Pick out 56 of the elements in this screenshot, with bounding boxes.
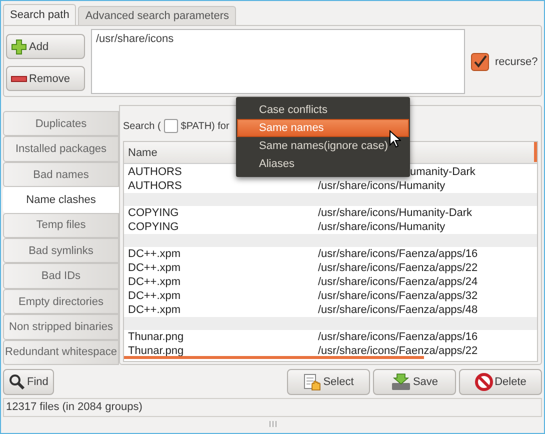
minus-icon <box>11 74 27 82</box>
status-bar: 12317 files (in 2084 groups) <box>3 398 542 417</box>
table-cell: /usr/share/icons/Faenza/apps/32 <box>318 289 478 303</box>
table-cell: DC++.xpm <box>128 247 181 261</box>
table-cell: Thunar.png <box>128 330 184 344</box>
checkbox[interactable] <box>471 52 489 70</box>
table-cell: /usr/share/icons/Faenza/apps/16 <box>318 247 478 261</box>
table-cell: DC++.xpm <box>128 303 181 317</box>
menu-item[interactable]: Case conflicts <box>236 101 410 119</box>
search-icon <box>9 374 25 390</box>
table-cell: DC++.xpm <box>128 289 181 303</box>
delete-button[interactable]: Delete <box>459 369 542 395</box>
tab[interactable]: Search path <box>3 4 76 25</box>
select-button[interactable]: Select <box>287 369 370 395</box>
checkbox[interactable] <box>164 119 178 133</box>
sidebar-tab[interactable]: Bad symlinks <box>3 238 119 264</box>
table-cell: /usr/share/icons/Humanity <box>318 179 446 193</box>
sidebar-tab[interactable]: Temp files <box>3 212 119 238</box>
save-button[interactable]: Save <box>373 369 456 395</box>
table-cell: umanity-Dark <box>410 165 476 179</box>
add-button[interactable]: Add <box>6 34 85 59</box>
search-label: Search ( <box>123 120 161 132</box>
checkbox-label: recurse? <box>495 56 538 68</box>
sidebar-tab[interactable]: Bad names <box>3 162 119 188</box>
table-cell: /usr/share/icons/Faenza/apps/22 <box>318 261 478 275</box>
sidebar-tab[interactable]: Non stripped binaries <box>3 314 119 340</box>
table-cell: DC++.xpm <box>128 261 181 275</box>
table-cell: DC++.xpm <box>128 275 181 289</box>
table-cell: AUTHORS <box>128 165 182 179</box>
table-cell: /usr/share/icons/Faenza/apps/16 <box>318 330 478 344</box>
table-cell: AUTHORS <box>128 179 182 193</box>
plus-icon <box>11 38 27 54</box>
tab[interactable]: Advanced search parameters <box>78 6 236 25</box>
search-label: $PATH) for <box>180 120 230 132</box>
sidebar-tab[interactable]: Installed packages <box>3 136 119 162</box>
sidebar-tab[interactable]: Duplicates <box>3 111 119 136</box>
document-hand-icon <box>303 373 322 391</box>
table-cell: COPYING <box>128 206 179 220</box>
paths-field[interactable]: /usr/share/icons <box>91 29 465 94</box>
table-cell: Thunar.png <box>128 344 184 358</box>
download-drive-icon <box>390 373 411 391</box>
find-button[interactable]: Find <box>3 369 54 395</box>
sidebar-tab[interactable]: Empty directories <box>3 288 119 314</box>
mouse-pointer-icon <box>389 130 401 148</box>
sidebar-tab[interactable]: Bad IDs <box>3 263 119 289</box>
remove-button[interactable]: Remove <box>6 66 85 91</box>
sidebar-tab[interactable]: Name clashes <box>3 187 119 213</box>
table-cell: /usr/share/icons/Faenza/apps/24 <box>318 275 478 289</box>
sidebar-tab[interactable]: Redundant whitespace <box>3 340 119 366</box>
resize-grip-icon[interactable] <box>268 421 276 427</box>
table-cell: COPYING <box>128 220 179 234</box>
table-cell: /usr/share/icons/Humanity-Dark <box>318 206 472 220</box>
table-cell: /usr/share/icons/Faenza/apps/22 <box>318 344 478 358</box>
table-cell: /usr/share/icons/Humanity <box>318 220 446 234</box>
no-entry-icon <box>474 373 493 391</box>
table-cell: /usr/share/icons/Faenza/apps/48 <box>318 303 478 317</box>
